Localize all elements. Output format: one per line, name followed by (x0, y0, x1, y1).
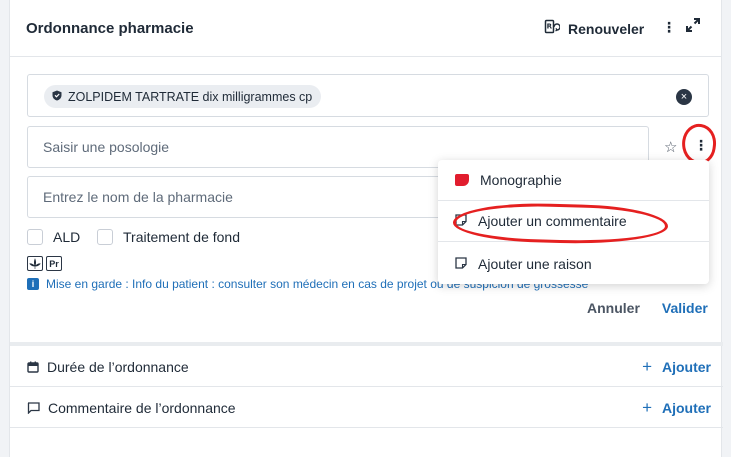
medication-name: ZOLPIDEM TARTRATE dix milligrammes cp (68, 89, 313, 104)
add-duration-label: Ajouter (662, 358, 711, 375)
duration-section: Durée de l’ordonnance + Ajouter (10, 347, 723, 387)
background-treatment-checkbox-box[interactable] (97, 229, 113, 245)
menu-item-label: Monographie (480, 172, 562, 188)
form-actions: Annuler Valider (587, 300, 708, 316)
header-more-icon[interactable]: ⋮ (662, 19, 676, 36)
medication-field[interactable]: ZOLPIDEM TARTRATE dix milligrammes cp × (27, 74, 709, 117)
ald-checkbox[interactable]: ALD (27, 229, 80, 245)
pharmacy-placeholder: Entrez le nom de la pharmacie (43, 189, 233, 205)
expand-icon[interactable] (686, 18, 700, 37)
menu-item-add-reason[interactable]: Ajouter une raison (438, 243, 709, 284)
posology-placeholder: Saisir une posologie (43, 139, 170, 155)
renew-prescription-icon: R (544, 19, 561, 38)
menu-item-label: Ajouter une raison (478, 255, 592, 272)
comment-label: Commentaire de l’ordonnance (48, 399, 236, 416)
shield-icon (52, 90, 62, 104)
note-icon (455, 256, 467, 272)
section-divider (10, 342, 723, 346)
validate-button[interactable]: Valider (662, 300, 708, 316)
plus-icon: + (642, 356, 652, 376)
comment-icon (27, 401, 40, 414)
page-title: Ordonnance pharmacie (26, 19, 194, 37)
info-icon: i (27, 278, 39, 290)
background-treatment-label: Traitement de fond (123, 229, 240, 245)
duration-label: Durée de l’ordonnance (47, 358, 189, 375)
background-treatment-checkbox[interactable]: Traitement de fond (97, 229, 240, 245)
medication-chip[interactable]: ZOLPIDEM TARTRATE dix milligrammes cp (44, 85, 322, 108)
drug-badges: Pr (27, 256, 62, 271)
add-comment-button[interactable]: + Ajouter (642, 398, 711, 418)
pharmacy-input[interactable]: Entrez le nom de la pharmacie (27, 176, 447, 218)
clear-medication-icon[interactable]: × (676, 89, 692, 105)
card-header: Ordonnance pharmacie R Renouveler ⋮ (10, 0, 721, 57)
cannabis-icon (27, 256, 43, 271)
add-comment-label: Ajouter (662, 399, 711, 416)
renew-button[interactable]: R Renouveler (544, 19, 644, 38)
plus-icon: + (642, 397, 652, 417)
ald-label: ALD (53, 229, 81, 245)
comment-section: Commentaire de l’ordonnance + Ajouter (10, 388, 723, 428)
cancel-button[interactable]: Annuler (587, 300, 640, 316)
monograph-icon (455, 174, 469, 186)
menu-item-monograph[interactable]: Monographie (438, 160, 709, 201)
pr-badge: Pr (46, 256, 62, 271)
star-icon[interactable]: ☆ (664, 138, 677, 156)
ald-checkbox-box[interactable] (27, 229, 43, 245)
renew-label: Renouveler (568, 20, 645, 37)
svg-text:R: R (547, 23, 553, 31)
add-duration-button[interactable]: + Ajouter (642, 357, 711, 377)
calendar-icon (27, 361, 39, 373)
